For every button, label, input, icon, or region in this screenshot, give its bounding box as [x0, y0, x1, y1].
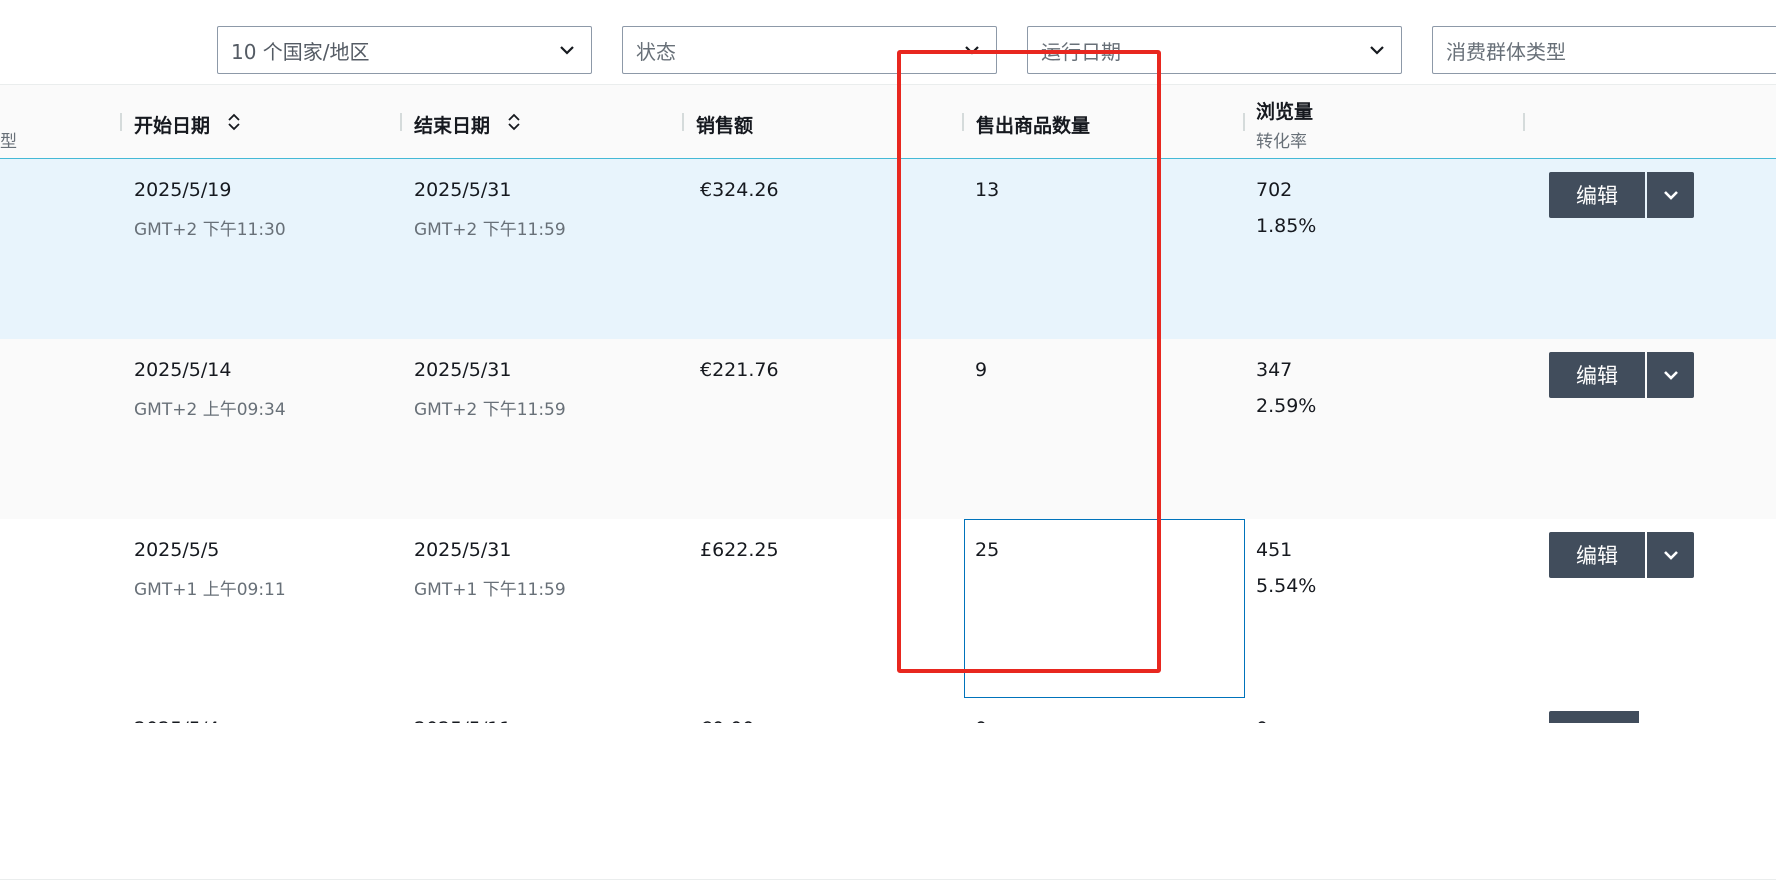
column-divider[interactable] [1243, 113, 1245, 131]
end-time: GMT+2 下午11:59 [414, 400, 566, 420]
start-time: GMT+1 上午09:11 [134, 580, 286, 600]
column-divider[interactable] [682, 113, 684, 131]
audience-type-filter-placeholder: 消费群体类型 [1446, 39, 1566, 64]
views-value: 451 [1256, 539, 1293, 561]
end-date: 2025/5/31 [414, 539, 512, 561]
start-time: GMT+2 上午09:34 [134, 400, 286, 420]
column-header-conversion: 转化率 [1256, 132, 1307, 152]
sales-value: €221.76 [700, 359, 779, 381]
table-header [0, 84, 1776, 160]
column-divider[interactable] [1523, 113, 1525, 131]
highlight-annotation-box [897, 50, 1161, 673]
edit-button[interactable]: 编辑 [1549, 352, 1645, 398]
column-header-views[interactable]: 浏览量 [1256, 97, 1313, 124]
column-divider[interactable] [120, 113, 122, 131]
start-date: 2025/5/5 [134, 539, 220, 561]
sort-updown-icon[interactable] [506, 112, 522, 132]
column-divider[interactable] [400, 113, 402, 131]
start-time: GMT+2 下午11:30 [134, 220, 286, 240]
actions-dropdown-button[interactable] [1647, 352, 1694, 398]
views-value: 347 [1256, 359, 1293, 381]
chevron-down-icon [556, 39, 578, 61]
end-date: 2025/5/31 [414, 179, 512, 201]
chevron-down-icon [1661, 185, 1681, 205]
row-actions: 编辑 [1549, 352, 1694, 398]
country-filter-select[interactable]: 10 个国家/地区 [217, 26, 592, 74]
country-filter-value: 10 个国家/地区 [231, 39, 370, 64]
column-header-sales[interactable]: 销售额 [696, 111, 753, 138]
row-actions: 编辑 [1549, 172, 1694, 218]
views-value: 702 [1256, 179, 1293, 201]
chevron-down-icon [1661, 545, 1681, 565]
end-time: GMT+2 下午11:59 [414, 220, 566, 240]
start-date: 2025/5/19 [134, 179, 232, 201]
edit-button[interactable]: 编辑 [1549, 532, 1645, 578]
sort-updown-icon[interactable] [226, 112, 242, 132]
edit-button[interactable]: 编辑 [1549, 172, 1645, 218]
audience-type-filter-select[interactable]: 消费群体类型 [1432, 26, 1776, 74]
end-time: GMT+1 下午11:59 [414, 580, 566, 600]
start-date: 2025/5/14 [134, 359, 232, 381]
end-date: 2025/5/31 [414, 359, 512, 381]
table-row[interactable] [0, 339, 1776, 520]
conversion-value: 5.54% [1256, 575, 1317, 597]
row-actions: 编辑 [1549, 532, 1694, 578]
page-bottom-blank [0, 723, 1776, 774]
actions-dropdown-button[interactable] [1647, 172, 1694, 218]
conversion-value: 1.85% [1256, 215, 1317, 237]
table-row[interactable] [0, 158, 1776, 340]
chevron-down-icon [1661, 365, 1681, 385]
table-row[interactable] [0, 519, 1776, 700]
sales-value: €324.26 [700, 179, 779, 201]
sales-value: £622.25 [700, 539, 779, 561]
actions-dropdown-button[interactable] [1647, 532, 1694, 578]
chevron-down-icon [1366, 39, 1388, 61]
conversion-value: 2.59% [1256, 395, 1317, 417]
column-header-start-date[interactable]: 开始日期 [134, 111, 210, 138]
column-header-end-date[interactable]: 结束日期 [414, 111, 490, 138]
column-header-type: 型 [0, 132, 17, 152]
